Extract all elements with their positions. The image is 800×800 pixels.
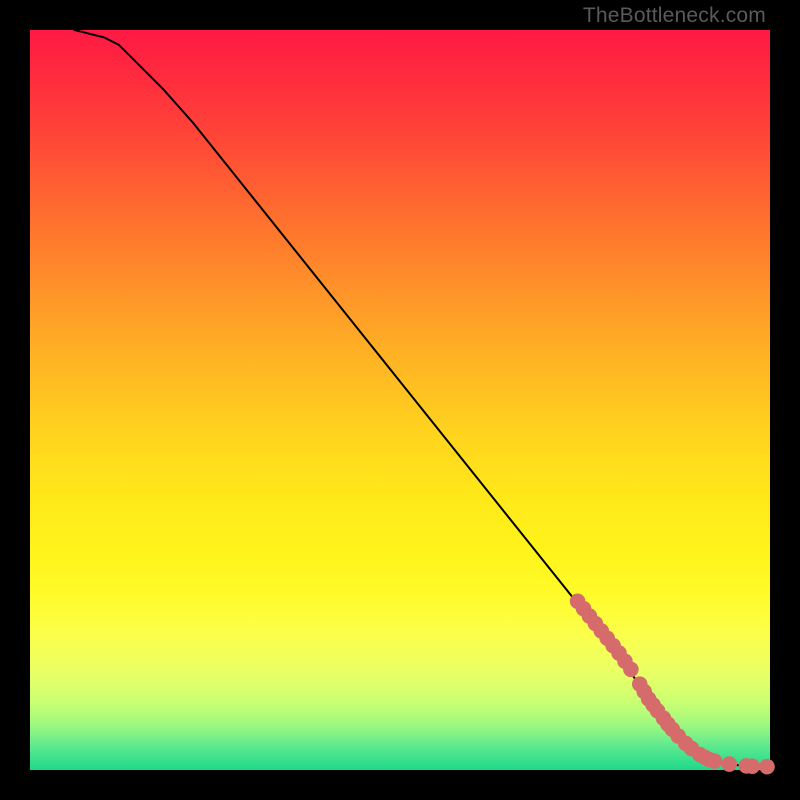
chart-svg bbox=[30, 30, 770, 770]
data-point bbox=[623, 662, 639, 678]
data-point bbox=[744, 759, 760, 775]
watermark-text: TheBottleneck.com bbox=[583, 4, 766, 28]
plot-area bbox=[30, 30, 770, 770]
chart-stage: TheBottleneck.com bbox=[0, 0, 800, 800]
data-point bbox=[707, 753, 723, 769]
data-point bbox=[722, 756, 738, 772]
data-points-group bbox=[570, 594, 775, 775]
data-point bbox=[759, 759, 775, 775]
bottleneck-curve-line bbox=[74, 30, 770, 767]
